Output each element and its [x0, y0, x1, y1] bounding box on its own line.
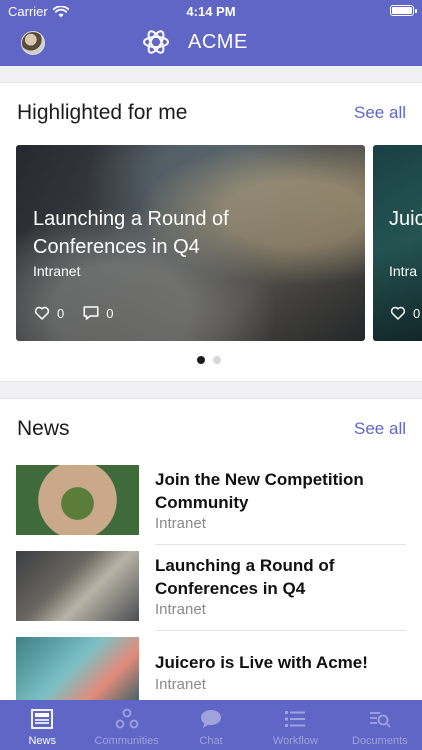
news-item-title: Join the New Competition Community — [155, 470, 364, 512]
news-item-source: Intranet — [155, 515, 206, 532]
status-time: 4:14 PM — [186, 4, 236, 19]
news-item-title: Juicero is Live with Acme! — [155, 653, 368, 672]
tab-news[interactable]: News — [0, 700, 84, 750]
battery-icon — [390, 5, 417, 16]
documents-icon — [369, 712, 391, 728]
heart-icon[interactable] — [389, 304, 407, 322]
app-header: Carrier 4:14 PM ACME — [0, 0, 422, 66]
news-thumbnail — [16, 551, 139, 621]
workflow-icon — [285, 711, 306, 727]
tab-label: Communities — [94, 735, 159, 747]
tab-label: News — [28, 735, 56, 747]
highlight-card-stats: 0 — [389, 304, 422, 322]
brand: ACME — [142, 28, 248, 56]
highlight-card[interactable]: Launching a Round of Conferences in Q4 I… — [16, 145, 365, 341]
feed[interactable]: Highlighted for me See all Launching a R… — [0, 66, 422, 700]
news-list-item[interactable]: Juicero is Live with Acme! Intranet — [16, 637, 406, 700]
highlight-card-title: Juic — [389, 208, 422, 230]
tab-documents[interactable]: Documents — [338, 700, 422, 750]
news-item-source: Intranet — [155, 601, 206, 618]
news-section: News See all Join the New Competition Co… — [0, 398, 422, 700]
tab-bar: News Communities Chat Workflow Documents — [0, 700, 422, 750]
status-bar: Carrier 4:14 PM — [0, 0, 422, 22]
user-avatar[interactable] — [21, 31, 45, 55]
news-list-item[interactable]: Launching a Round of Conferences in Q4 I… — [16, 551, 406, 631]
highlighted-see-all-link[interactable]: See all — [354, 103, 406, 123]
news-see-all-link[interactable]: See all — [354, 419, 406, 439]
news-thumbnail — [16, 465, 139, 535]
tab-communities[interactable]: Communities — [84, 700, 168, 750]
highlight-card-title: Launching a Round of Conferences in Q4 — [33, 208, 229, 258]
tab-chat[interactable]: Chat — [169, 700, 253, 750]
acme-logo-icon — [143, 30, 169, 54]
divider — [155, 630, 406, 631]
tab-label: Documents — [352, 735, 408, 747]
highlight-card-stats: 0 0 — [33, 304, 131, 322]
app-name: ACME — [188, 30, 248, 53]
chat-icon — [201, 710, 222, 728]
news-icon — [31, 709, 54, 729]
tab-label: Workflow — [272, 735, 318, 747]
highlighted-title: Highlighted for me — [17, 101, 188, 124]
news-title: News — [17, 417, 70, 440]
divider — [155, 544, 406, 545]
heart-icon[interactable] — [33, 304, 51, 322]
pager-dot-active[interactable] — [197, 356, 205, 364]
carousel-pager[interactable] — [197, 356, 221, 364]
news-item-title: Launching a Round of Conferences in Q4 — [155, 556, 335, 598]
communities-icon — [115, 708, 139, 729]
likes-count: 0 — [57, 305, 65, 321]
highlight-card-source: Intra — [389, 263, 418, 279]
tab-workflow[interactable]: Workflow — [253, 700, 337, 750]
news-item-source: Intranet — [155, 676, 206, 693]
pager-dot[interactable] — [213, 356, 221, 364]
likes-count: 0 — [413, 305, 421, 321]
comment-icon[interactable] — [82, 304, 100, 322]
news-list-item[interactable]: Join the New Competition Community Intra… — [16, 465, 406, 545]
highlight-card-source: Intranet — [33, 263, 81, 279]
news-thumbnail — [16, 637, 139, 700]
highlighted-section: Highlighted for me See all Launching a R… — [0, 82, 422, 382]
highlight-card[interactable]: Juic Intra 0 — [373, 145, 422, 341]
tab-label: Chat — [199, 735, 223, 747]
comments-count: 0 — [106, 305, 114, 321]
